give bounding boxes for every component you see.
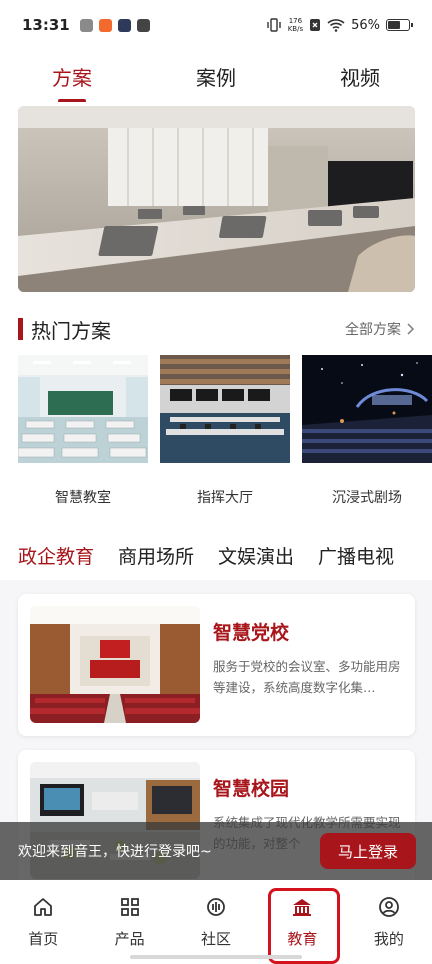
nav-profile[interactable]: 我的 — [346, 880, 432, 964]
hot-solutions-header: 热门方案 全部方案 — [18, 316, 415, 343]
hot-item-smart-classroom[interactable]: 智慧教室 — [18, 355, 148, 506]
hot-item-image — [160, 355, 290, 463]
tab-government-education[interactable]: 政企教育 — [18, 542, 94, 588]
vibrate-icon — [266, 18, 281, 32]
bottom-nav: 首页 产品 社区 教育 我的 — [0, 880, 432, 964]
hot-item-label: 沉浸式剧场 — [332, 490, 402, 506]
notification-app-icon — [117, 18, 131, 32]
solution-card-party-school[interactable]: 智慧党校 服务于党校的会议室、多功能用房等建设，系统高度数字化集… — [18, 594, 415, 736]
chevron-right-icon — [407, 323, 415, 335]
hot-item-image — [302, 355, 432, 463]
nav-label: 我的 — [373, 930, 404, 948]
grid-icon — [120, 898, 139, 916]
hot-item-label: 智慧教室 — [55, 490, 111, 506]
nav-label: 产品 — [114, 930, 145, 948]
profile-icon — [378, 897, 399, 917]
tab-videos[interactable]: 视频 — [332, 58, 388, 95]
nav-products[interactable]: 产品 — [86, 880, 172, 964]
hot-item-command-hall[interactable]: 指挥大厅 — [160, 355, 290, 506]
immersive-theater-image — [302, 355, 432, 463]
home-icon — [34, 898, 53, 916]
all-solutions-link[interactable]: 全部方案 — [345, 319, 415, 339]
login-prompt-bar: 欢迎来到音王，快进行登录吧~ 马上登录 — [0, 822, 432, 880]
community-icon — [207, 898, 225, 916]
top-tabs: 方案 案例 视频 — [0, 50, 432, 103]
hero-banner-image — [18, 106, 415, 292]
nav-community[interactable]: 社区 — [173, 880, 259, 964]
all-solutions-label: 全部方案 — [345, 322, 401, 338]
nav-home[interactable]: 首页 — [0, 880, 86, 964]
nav-label: 教育 — [287, 930, 318, 948]
hot-item-image — [18, 355, 148, 463]
wifi-icon — [327, 19, 345, 32]
hot-item-immersive-theater[interactable]: 沉浸式剧场 — [302, 355, 432, 506]
nav-label: 社区 — [201, 930, 232, 948]
net-speed: 176 KB/s — [288, 17, 303, 33]
card-description: 服务于党校的会议室、多功能用房等建设，系统高度数字化集… — [213, 659, 401, 695]
home-indicator[interactable] — [130, 955, 302, 959]
command-hall-image — [160, 355, 290, 463]
nav-label: 首页 — [28, 930, 59, 948]
net-speed-unit: KB/s — [287, 25, 304, 33]
hero-banner[interactable] — [18, 106, 415, 292]
sim-off-icon — [310, 19, 321, 31]
card-title: 智慧党校 — [213, 622, 290, 644]
net-speed-value: 176 — [288, 17, 303, 25]
tab-broadcasting[interactable]: 广播电视 — [318, 542, 394, 578]
classroom-image — [18, 355, 148, 463]
hot-item-label: 指挥大厅 — [197, 490, 253, 506]
login-button[interactable]: 马上登录 — [320, 833, 416, 869]
section-accent-bar — [18, 318, 23, 340]
status-left: 13:31 — [22, 16, 150, 34]
tab-entertainment-performance[interactable]: 文娱演出 — [218, 542, 294, 578]
status-right: 176 KB/s 56% — [266, 17, 413, 33]
education-icon — [293, 899, 312, 916]
tab-cases[interactable]: 案例 — [188, 58, 244, 95]
section-title: 热门方案 — [31, 318, 111, 343]
nav-education[interactable]: 教育 — [259, 880, 345, 964]
tab-solutions[interactable]: 方案 — [44, 58, 100, 103]
notification-app-icon — [79, 18, 93, 32]
battery-fill — [388, 21, 401, 29]
notification-app-icon — [136, 18, 150, 32]
status-bar: 13:31 176 KB/s 56% — [0, 0, 432, 50]
notification-app-icon — [98, 18, 112, 32]
tab-commercial-venues[interactable]: 商用场所 — [118, 542, 194, 578]
hot-solutions-list: 智慧教室 指挥大厅 沉浸式剧场 — [18, 355, 432, 515]
card-image — [30, 606, 200, 723]
battery-icon — [386, 19, 413, 31]
card-title: 智慧校园 — [213, 778, 290, 800]
main-content: 热门方案 全部方案 智慧教室 指挥大厅 沉浸式剧场 政企教育 商用场所 文娱演出… — [0, 102, 432, 892]
status-time: 13:31 — [22, 16, 70, 34]
party-school-image — [30, 606, 200, 723]
login-prompt-text: 欢迎来到音王，快进行登录吧~ — [18, 844, 212, 860]
category-tabs: 政企教育 商用场所 文娱演出 广播电视 — [18, 542, 418, 588]
battery-percent: 56% — [351, 17, 380, 33]
